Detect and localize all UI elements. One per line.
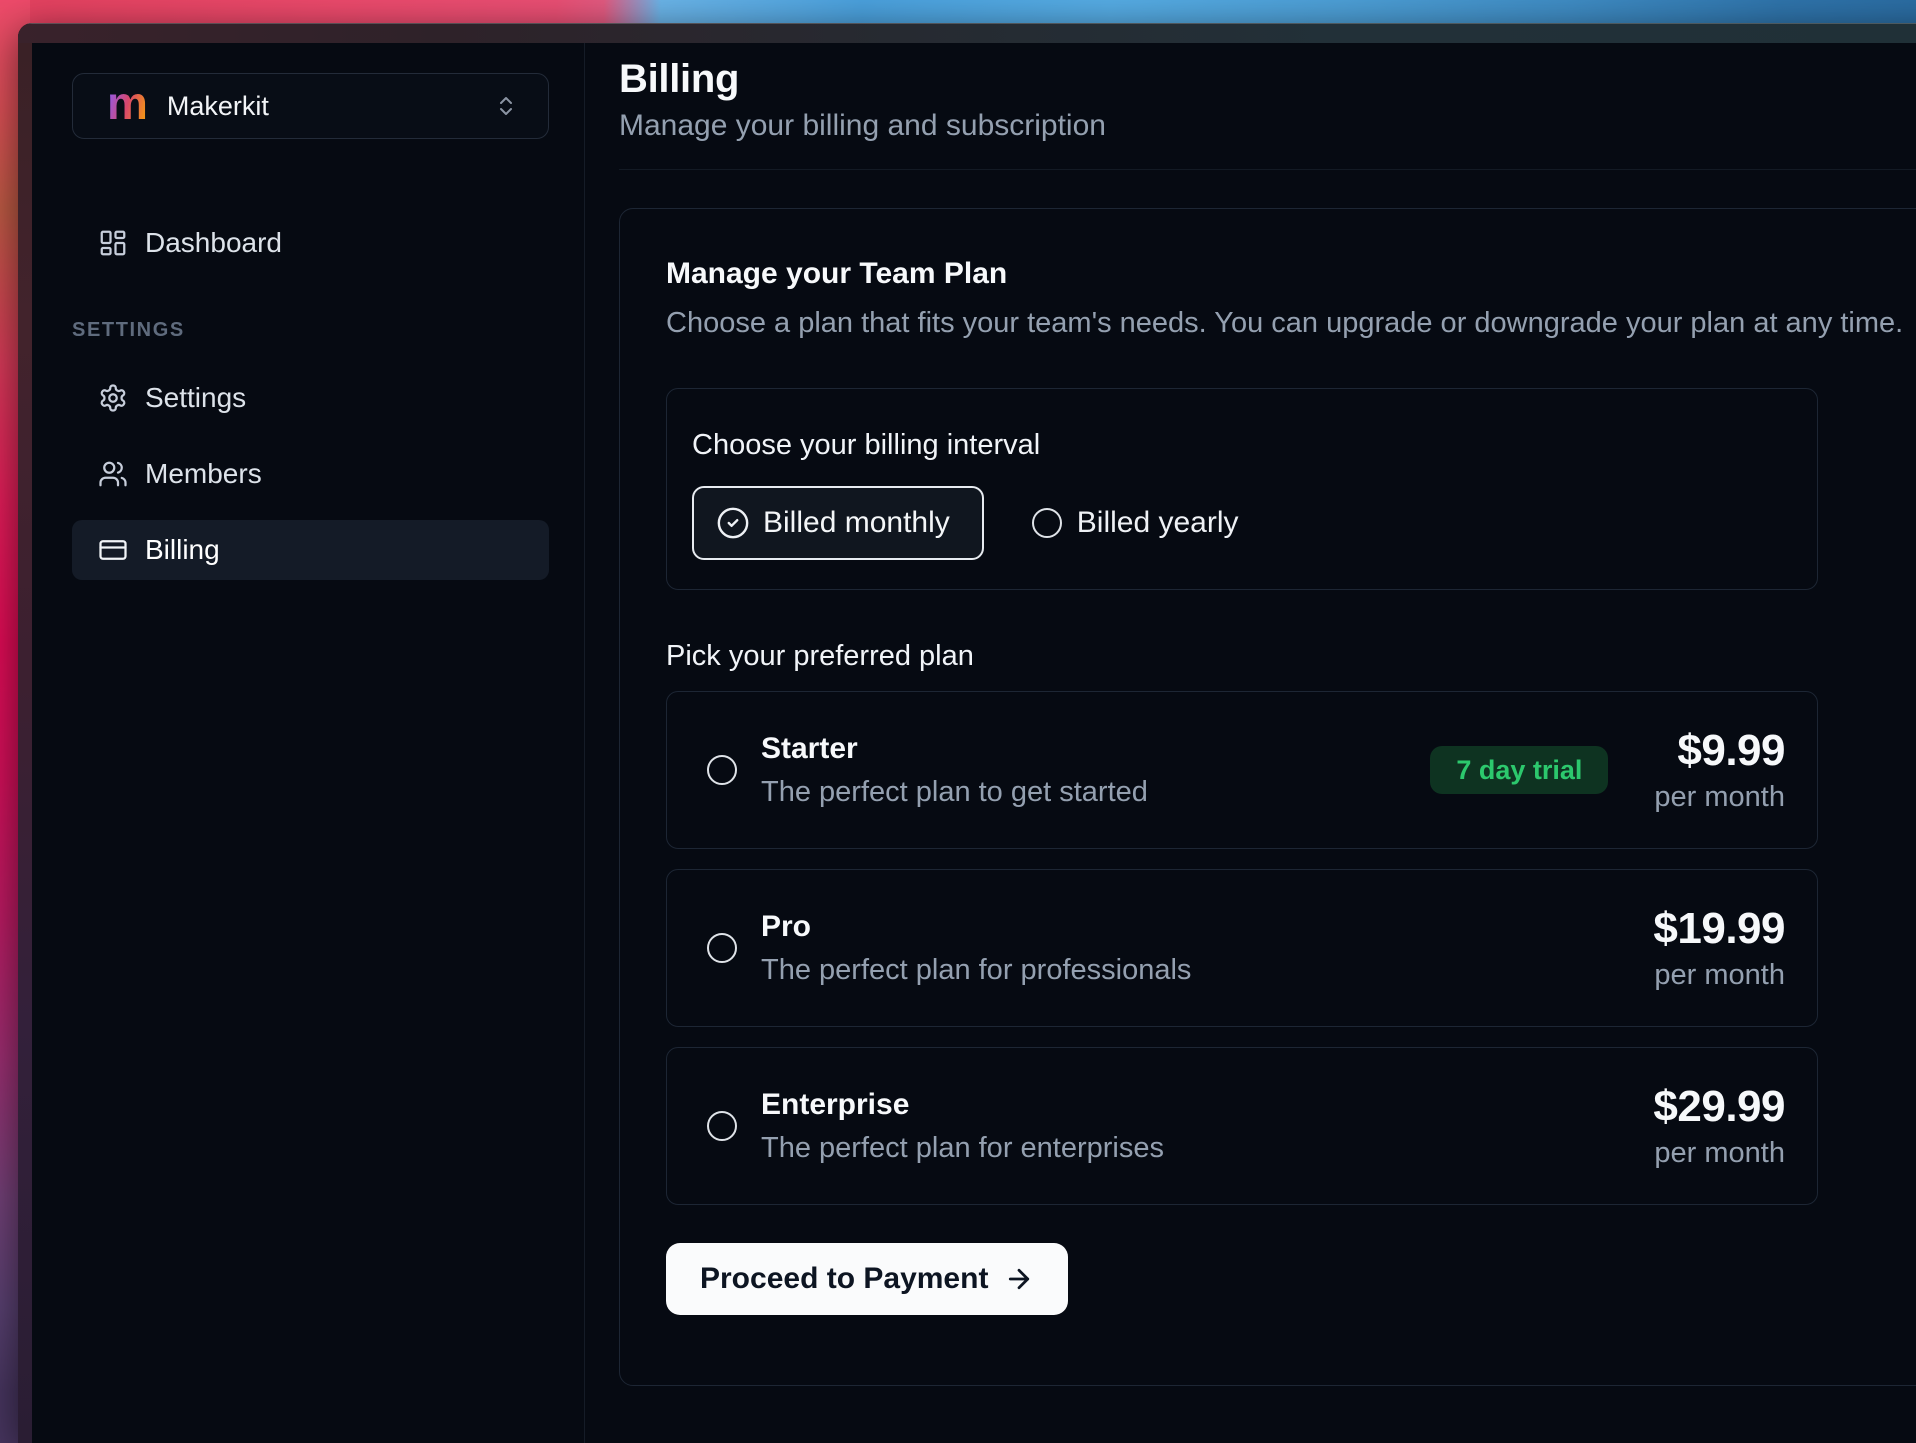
radio-circle-icon[interactable] [707,1111,737,1141]
plan-price: $29.99 [1653,1082,1785,1132]
window-body: m Makerkit Dashboard SETTINGS [18,43,1916,1443]
chevrons-up-down-icon [494,94,518,118]
plan-description: The perfect plan to get started [761,776,1148,809]
gear-icon [98,383,128,413]
billed-monthly-option[interactable]: Billed monthly [692,486,984,560]
plan-name: Enterprise [761,1088,1164,1122]
window-left-edge [18,43,32,1443]
plan-price: $19.99 [1653,904,1785,954]
sidebar-item-label: Members [145,458,262,490]
sidebar-item-billing[interactable]: Billing [72,520,549,580]
makerkit-logo-icon: m [107,80,148,126]
window-titlebar[interactable] [18,23,1916,43]
plan-info: Starter The perfect plan to get started [761,732,1148,809]
plan-description: The perfect plan for enterprises [761,1132,1164,1165]
price-block: $29.99 per month [1653,1082,1785,1170]
plan-pricing: 7 day trial $9.99 per month [1430,726,1785,814]
sidebar-section-settings: SETTINGS [72,319,549,342]
sidebar-item-label: Dashboard [145,227,282,259]
radio-circle-icon[interactable] [707,755,737,785]
sidebar-item-label: Settings [145,382,246,414]
sidebar-item-members[interactable]: Members [72,444,549,504]
page-title: Billing [619,57,1916,102]
arrow-right-icon [1004,1264,1034,1294]
users-icon [98,459,128,489]
plan-name: Starter [761,732,1148,766]
proceed-to-payment-label: Proceed to Payment [700,1262,988,1296]
main-content: Billing Manage your billing and subscrip… [585,43,1916,1443]
app-window: m Makerkit Dashboard SETTINGS [18,23,1916,1443]
plan-card-enterprise[interactable]: Enterprise The perfect plan for enterpri… [666,1047,1818,1205]
panel-subtitle: Choose a plan that fits your team's need… [666,307,1916,340]
plan-period: per month [1653,959,1785,992]
billing-interval-box: Choose your billing interval Billed mont… [666,388,1818,590]
billed-monthly-label: Billed monthly [763,506,950,540]
billing-interval-options: Billed monthly Billed yearly [692,486,1817,560]
price-block: $19.99 per month [1653,904,1785,992]
plan-pricing: $19.99 per month [1653,904,1785,992]
plan-name: Pro [761,910,1191,944]
page-header: Billing Manage your billing and subscrip… [619,43,1916,170]
circle-check-icon [716,506,750,540]
dashboard-icon [98,228,128,258]
price-block: $9.99 per month [1654,726,1785,814]
plan-picker-label: Pick your preferred plan [666,640,1916,673]
plan-info: Enterprise The perfect plan for enterpri… [761,1088,1164,1165]
plan-description: The perfect plan for professionals [761,954,1191,987]
radio-circle-icon [1032,508,1062,538]
billing-interval-label: Choose your billing interval [692,429,1817,462]
workspace-switcher[interactable]: m Makerkit [72,73,549,139]
panel-title: Manage your Team Plan [666,257,1916,291]
plan-card-pro[interactable]: Pro The perfect plan for professionals $… [666,869,1818,1027]
billed-yearly-label: Billed yearly [1077,506,1239,540]
plan-info: Pro The perfect plan for professionals [761,910,1191,987]
sidebar-item-settings[interactable]: Settings [72,368,549,428]
plan-list: Starter The perfect plan to get started … [666,691,1916,1205]
sidebar: m Makerkit Dashboard SETTINGS [32,43,585,1443]
plan-card-starter[interactable]: Starter The perfect plan to get started … [666,691,1818,849]
sidebar-item-dashboard[interactable]: Dashboard [72,213,549,273]
credit-card-icon [98,535,128,565]
billed-yearly-option[interactable]: Billed yearly [1032,506,1239,540]
plan-pricing: $29.99 per month [1653,1082,1785,1170]
plan-price: $9.99 [1654,726,1785,776]
page-subtitle: Manage your billing and subscription [619,109,1916,143]
plan-period: per month [1653,1137,1785,1170]
radio-circle-icon[interactable] [707,933,737,963]
sidebar-item-label: Billing [145,534,220,566]
plan-period: per month [1654,781,1785,814]
team-plan-panel: Manage your Team Plan Choose a plan that… [619,208,1916,1386]
workspace-name: Makerkit [167,91,269,122]
proceed-to-payment-button[interactable]: Proceed to Payment [666,1243,1068,1315]
trial-badge: 7 day trial [1430,746,1608,794]
